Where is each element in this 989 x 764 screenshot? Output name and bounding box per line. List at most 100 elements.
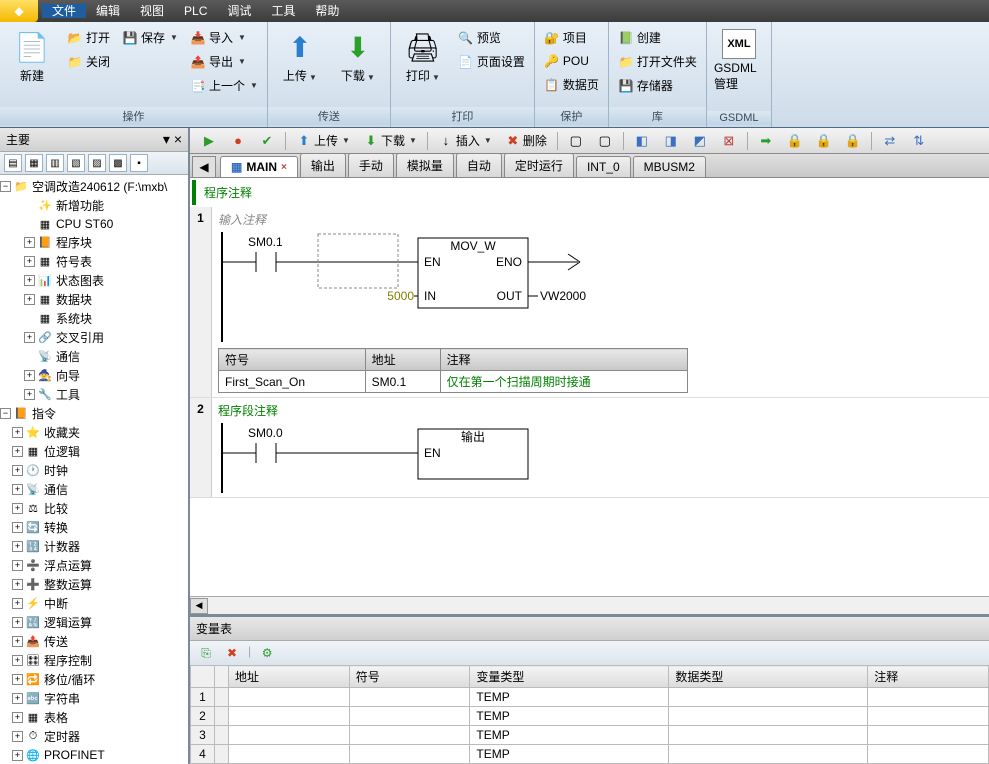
create-lib-button[interactable]: 📗创建 xyxy=(613,26,702,49)
var-del-button[interactable]: ✖ xyxy=(222,644,242,662)
mini-btn-6[interactable]: ▩ xyxy=(109,154,127,172)
table-row[interactable]: 3TEMP xyxy=(191,726,989,745)
tab-定时运行[interactable]: 定时运行 xyxy=(504,153,574,177)
tb-c[interactable]: ◧ xyxy=(629,130,655,152)
tree-item-程序块[interactable]: +📙程序块 xyxy=(0,233,188,252)
mini-btn-5[interactable]: ▨ xyxy=(88,154,106,172)
tree-item-收藏夹[interactable]: +⭐收藏夹 xyxy=(0,423,188,442)
tree-item-新增功能[interactable]: ✨新增功能 xyxy=(0,196,188,215)
new-button[interactable]: 📄新建 xyxy=(4,26,60,87)
table-row[interactable]: 4TEMP xyxy=(191,745,989,764)
tb-e[interactable]: ◩ xyxy=(687,130,713,152)
menu-视图[interactable]: 视图 xyxy=(130,4,174,18)
tree-item-程序控制[interactable]: +🎛程序控制 xyxy=(0,651,188,670)
print-button[interactable]: 🖨打印▼ xyxy=(395,26,451,87)
tree-item-符号表[interactable]: +▦符号表 xyxy=(0,252,188,271)
tb-upload[interactable]: ⬆上传▼ xyxy=(291,129,355,152)
tree-item-字符串[interactable]: +🔤字符串 xyxy=(0,689,188,708)
tree-item-状态图表[interactable]: +📊状态图表 xyxy=(0,271,188,290)
prev-button[interactable]: 📑上一个▼ xyxy=(185,74,263,97)
tb-f[interactable]: ⊠ xyxy=(716,130,742,152)
ladder-area[interactable]: 程序注释 1 输入注释 SM0.1 xyxy=(190,178,989,596)
tree-item-向导[interactable]: +🧙向导 xyxy=(0,366,188,385)
menu-文件[interactable]: 文件 xyxy=(42,4,86,18)
preview-button[interactable]: 🔍预览 xyxy=(453,26,530,49)
import-button[interactable]: 📥导入▼ xyxy=(185,26,263,49)
tree-item-移位/循环[interactable]: +🔁移位/循环 xyxy=(0,670,188,689)
tree-item-传送[interactable]: +📤传送 xyxy=(0,632,188,651)
tb-g[interactable]: ➡ xyxy=(753,130,779,152)
var-opts-button[interactable]: ⚙ xyxy=(257,644,277,662)
upload-button[interactable]: ⬆上传▼ xyxy=(272,26,328,87)
gsdml-button[interactable]: XMLGSDML管理 xyxy=(711,26,767,95)
ladder-rung-1[interactable]: SM0.1 MOV_W EN ENO IN OUT 5000 VW2000 xyxy=(218,232,778,342)
close-button[interactable]: 📁关闭 xyxy=(62,50,115,73)
tab-输出[interactable]: 输出 xyxy=(300,153,346,177)
datapage-button[interactable]: 📋数据页 xyxy=(539,73,604,96)
page-setup-button[interactable]: 📄页面设置 xyxy=(453,50,530,73)
tree-item-比较[interactable]: +⚖比较 xyxy=(0,499,188,518)
mini-btn-4[interactable]: ▧ xyxy=(67,154,85,172)
tree-item-逻辑运算[interactable]: +🔣逻辑运算 xyxy=(0,613,188,632)
tb-h[interactable]: 🔒 xyxy=(782,130,808,152)
menu-调试[interactable]: 调试 xyxy=(217,4,261,18)
scroll-left-button[interactable]: ◀ xyxy=(190,598,208,614)
tb-k[interactable]: ⇄ xyxy=(877,130,903,152)
tab-MAIN[interactable]: ▦MAIN× xyxy=(220,156,298,177)
pane-dropdown[interactable]: ▾ × xyxy=(163,131,182,148)
network-title[interactable]: 程序段注释 xyxy=(218,402,983,419)
run-button[interactable]: ▶ xyxy=(196,130,222,152)
tb-b[interactable]: ▢ xyxy=(592,130,618,152)
tb-insert[interactable]: ↓插入▼ xyxy=(433,129,497,152)
tb-delete[interactable]: ✖删除 xyxy=(500,129,552,152)
tree-item-位逻辑[interactable]: +▦位逻辑 xyxy=(0,442,188,461)
export-button[interactable]: 📤导出▼ xyxy=(185,50,263,73)
tab-MBUSM2[interactable]: MBUSM2 xyxy=(633,156,706,177)
tree-item-时钟[interactable]: +🕐时钟 xyxy=(0,461,188,480)
mini-btn-1[interactable]: ▤ xyxy=(4,154,22,172)
tb-j[interactable]: 🔒 xyxy=(840,130,866,152)
tree-item-整数运算[interactable]: +➕整数运算 xyxy=(0,575,188,594)
tb-a[interactable]: ▢ xyxy=(563,130,589,152)
tab-自动[interactable]: 自动 xyxy=(456,153,502,177)
app-icon[interactable]: ◆ xyxy=(0,0,38,22)
pou-button[interactable]: 🔑POU xyxy=(539,50,604,72)
tb-download[interactable]: ⬇下载▼ xyxy=(358,129,422,152)
mini-btn-3[interactable]: ▥ xyxy=(46,154,64,172)
download-button[interactable]: ⬇下载▼ xyxy=(330,26,386,87)
tab-手动[interactable]: 手动 xyxy=(348,153,394,177)
open-folder-button[interactable]: 📁打开文件夹 xyxy=(613,50,702,73)
tree-item-转换[interactable]: +🔄转换 xyxy=(0,518,188,537)
tree-item-通信[interactable]: 📡通信 xyxy=(0,347,188,366)
mini-btn-7[interactable]: ▪ xyxy=(130,154,148,172)
menu-工具[interactable]: 工具 xyxy=(261,4,305,18)
tree-item-空调改造240612 (F:\mxb\[interactable]: −📁空调改造240612 (F:\mxb\ xyxy=(0,177,188,196)
tree-item-表格[interactable]: +▦表格 xyxy=(0,708,188,727)
save-button[interactable]: 💾保存▼ xyxy=(117,26,183,49)
tree-item-通信[interactable]: +📡通信 xyxy=(0,480,188,499)
network-title[interactable]: 输入注释 xyxy=(218,211,983,228)
tab-scroll-left[interactable]: ◀ xyxy=(192,156,216,178)
tb-l[interactable]: ⇅ xyxy=(906,130,932,152)
tree-item-指令[interactable]: −📙指令 xyxy=(0,404,188,423)
open-button[interactable]: 📂打开 xyxy=(62,26,115,49)
table-row[interactable]: 2TEMP xyxy=(191,707,989,726)
tree-item-中断[interactable]: +⚡中断 xyxy=(0,594,188,613)
tree-item-计数器[interactable]: +🔢计数器 xyxy=(0,537,188,556)
tree-item-浮点运算[interactable]: +➗浮点运算 xyxy=(0,556,188,575)
tree-item-交叉引用[interactable]: +🔗交叉引用 xyxy=(0,328,188,347)
menu-PLC[interactable]: PLC xyxy=(174,4,217,18)
tab-INT_0[interactable]: INT_0 xyxy=(576,156,631,177)
memory-button[interactable]: 💾存储器 xyxy=(613,74,702,97)
tree-item-系统块[interactable]: ▦系统块 xyxy=(0,309,188,328)
tb-d[interactable]: ◨ xyxy=(658,130,684,152)
tree-item-定时器[interactable]: +⏱定时器 xyxy=(0,727,188,746)
ladder-rung-2[interactable]: SM0.0 输出 EN xyxy=(218,423,778,493)
h-scrollbar[interactable]: ◀ xyxy=(190,596,989,614)
project-button[interactable]: 🔐项目 xyxy=(539,26,604,49)
menu-帮助[interactable]: 帮助 xyxy=(305,4,349,18)
tab-close-icon[interactable]: × xyxy=(281,162,287,173)
tree-item-工具[interactable]: +🔧工具 xyxy=(0,385,188,404)
tab-模拟量[interactable]: 模拟量 xyxy=(396,153,454,177)
compile-button[interactable]: ✔ xyxy=(254,130,280,152)
